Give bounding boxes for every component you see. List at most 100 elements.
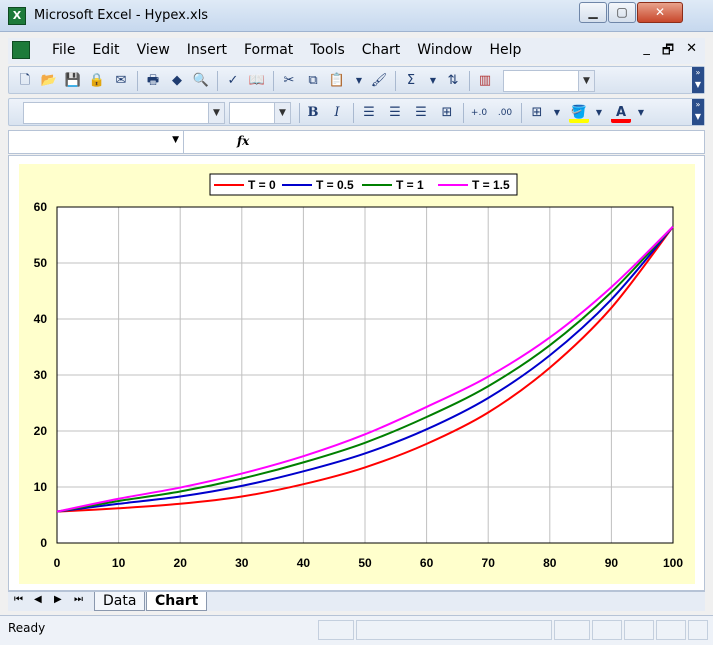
separator xyxy=(395,71,396,91)
close-button[interactable]: ✕ xyxy=(637,2,683,23)
last-sheet-icon[interactable]: ⏭ xyxy=(74,594,83,605)
menu-bar: File Edit View Insert Format Tools Chart… xyxy=(8,38,705,64)
chart-wizard-icon[interactable]: ▥ xyxy=(475,71,495,91)
sort-ascending-icon[interactable]: ⇅ xyxy=(443,71,463,91)
permission-icon[interactable]: 🔒 xyxy=(87,71,107,91)
font-size-combo[interactable]: ▼ xyxy=(229,102,291,124)
x-tick-label: 0 xyxy=(54,556,61,570)
workbook-minimize-button[interactable]: _ xyxy=(643,41,650,63)
align-left-icon[interactable]: ☰ xyxy=(359,103,379,123)
workbook-icon[interactable] xyxy=(12,41,30,59)
insert-function-icon[interactable]: fx xyxy=(237,134,249,148)
workbook-close-button[interactable]: ✕ xyxy=(686,41,697,63)
toolbar-options-icon[interactable]: » ▼ xyxy=(692,67,704,93)
minimize-button[interactable]: ▁ xyxy=(579,2,607,23)
window-title: Microsoft Excel - Hypex.xls xyxy=(34,8,209,23)
legend-label: T = 0.5 xyxy=(316,178,354,192)
status-pane xyxy=(592,620,622,640)
y-tick-label: 60 xyxy=(34,200,48,214)
autosum-icon[interactable]: Σ xyxy=(401,71,421,91)
line-chart[interactable]: 0 10 20 30 40 50 60 70 80 90 100 0 10 20 30 40 50 60 T = 0… xyxy=(19,164,695,584)
paste-dropdown-icon[interactable]: ▼ xyxy=(349,71,369,91)
x-tick-label: 20 xyxy=(174,556,188,570)
italic-button[interactable]: I xyxy=(327,103,347,123)
font-name-combo[interactable]: ▼ xyxy=(23,102,225,124)
email-icon[interactable]: ✉ xyxy=(111,71,131,91)
print-icon[interactable]: 🖶 xyxy=(143,71,163,91)
x-tick-label: 90 xyxy=(605,556,619,570)
decrease-decimal-icon[interactable]: .00 xyxy=(495,103,515,123)
separator xyxy=(273,71,274,91)
y-tick-label: 20 xyxy=(34,424,48,438)
format-painter-icon[interactable]: 🖌 xyxy=(369,71,389,91)
chevron-down-icon[interactable]: ▼ xyxy=(172,135,179,145)
title-bar: X Microsoft Excel - Hypex.xls ▁ ▢ ✕ xyxy=(0,0,713,32)
new-icon[interactable]: 🗋 xyxy=(15,71,35,91)
font-color-icon[interactable]: A xyxy=(611,103,631,123)
menu-file[interactable]: File xyxy=(52,42,75,58)
spelling-icon[interactable]: ✓ xyxy=(223,71,243,91)
autosum-dropdown-icon[interactable]: ▼ xyxy=(423,71,443,91)
chart-sheet: 0 10 20 30 40 50 60 70 80 90 100 0 10 20 30 40 50 60 T = 0… xyxy=(8,155,705,591)
zoom-combo[interactable]: ▼ xyxy=(503,70,595,92)
previous-sheet-icon[interactable]: ◀ xyxy=(34,594,42,605)
menu-chart[interactable]: Chart xyxy=(362,42,400,58)
increase-decimal-icon[interactable]: +.0 xyxy=(469,103,489,123)
workbook-controls: _ 🗗 ✕ xyxy=(643,41,697,63)
cut-icon[interactable]: ✂ xyxy=(279,71,299,91)
borders-icon[interactable]: ⊞ xyxy=(527,103,547,123)
research-icon[interactable]: 📖 xyxy=(247,71,267,91)
status-pane xyxy=(356,620,552,640)
open-icon[interactable]: 📂 xyxy=(39,71,59,91)
menu-window[interactable]: Window xyxy=(417,42,472,58)
save-icon[interactable]: 💾 xyxy=(63,71,83,91)
align-center-icon[interactable]: ☰ xyxy=(385,103,405,123)
formula-input[interactable] xyxy=(259,131,699,153)
merge-center-icon[interactable]: ⊞ xyxy=(437,103,457,123)
copy-icon[interactable]: ⧉ xyxy=(303,71,323,91)
next-sheet-icon[interactable]: ▶ xyxy=(54,594,62,605)
separator xyxy=(217,71,218,91)
workbook-restore-button[interactable]: 🗗 xyxy=(662,41,674,63)
y-tick-label: 40 xyxy=(34,312,48,326)
separator xyxy=(469,71,470,91)
menu-format[interactable]: Format xyxy=(244,42,293,58)
chevron-down-icon[interactable]: ▼ xyxy=(578,71,594,91)
align-right-icon[interactable]: ☰ xyxy=(411,103,431,123)
toolbar-options-icon[interactable]: » ▼ xyxy=(692,99,704,125)
maximize-button[interactable]: ▢ xyxy=(608,2,636,23)
pdf-icon[interactable]: ◆ xyxy=(167,71,187,91)
menu-help[interactable]: Help xyxy=(489,42,521,58)
fill-color-icon[interactable]: 🪣 xyxy=(569,103,589,123)
status-pane xyxy=(656,620,686,640)
status-pane xyxy=(688,620,708,640)
excel-app-icon[interactable]: X xyxy=(8,7,26,25)
borders-dropdown-icon[interactable]: ▼ xyxy=(547,103,567,123)
separator xyxy=(353,103,354,123)
name-box[interactable]: ▼ xyxy=(9,131,184,153)
chart-area[interactable]: 0 10 20 30 40 50 60 70 80 90 100 0 10 20 30 40 50 60 T = 0… xyxy=(19,164,695,584)
separator xyxy=(137,71,138,91)
sheet-tab-chart[interactable]: Chart xyxy=(146,592,208,611)
fill-color-dropdown-icon[interactable]: ▼ xyxy=(589,103,609,123)
font-color-dropdown-icon[interactable]: ▼ xyxy=(631,103,651,123)
menu-tools[interactable]: Tools xyxy=(310,42,345,58)
first-sheet-icon[interactable]: ⏮ xyxy=(14,594,23,605)
bold-button[interactable]: B xyxy=(303,103,323,123)
separator xyxy=(521,103,522,123)
status-pane xyxy=(624,620,654,640)
sheet-tab-data[interactable]: Data xyxy=(94,592,146,611)
status-bar: Ready xyxy=(0,615,713,645)
sheet-tab-bar: ⏮ ◀ ▶ ⏭ Data Chart xyxy=(8,591,705,611)
y-tick-label: 50 xyxy=(34,256,48,270)
paste-icon[interactable]: 📋 xyxy=(327,71,347,91)
menu-insert[interactable]: Insert xyxy=(187,42,227,58)
chevron-down-icon[interactable]: ▼ xyxy=(208,103,224,123)
print-preview-icon[interactable]: 🔍 xyxy=(191,71,211,91)
status-pane xyxy=(554,620,590,640)
x-tick-label: 60 xyxy=(420,556,434,570)
menu-edit[interactable]: Edit xyxy=(92,42,119,58)
menu-view[interactable]: View xyxy=(137,42,170,58)
chevron-down-icon[interactable]: ▼ xyxy=(274,103,290,123)
y-tick-label: 10 xyxy=(34,480,48,494)
